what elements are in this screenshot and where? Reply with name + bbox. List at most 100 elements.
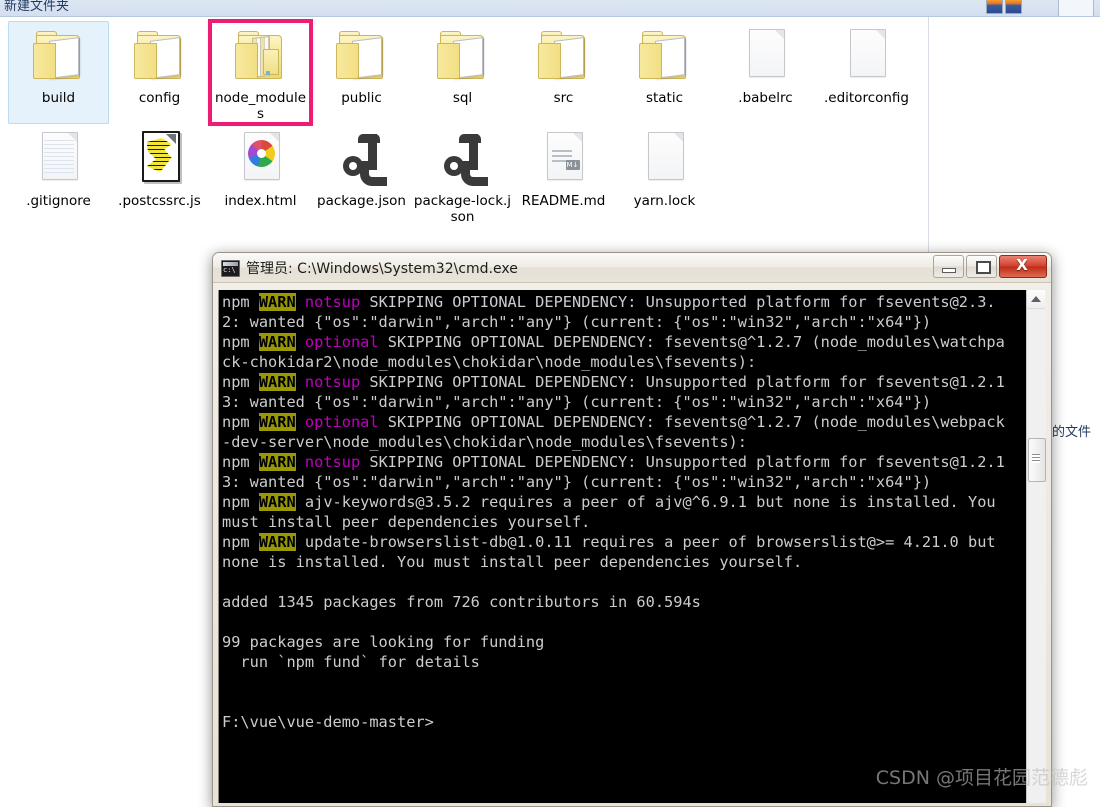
file-item-gitignore[interactable]: .gitignore — [8, 124, 109, 227]
blank-file-icon — [639, 128, 691, 190]
file-item-label: node_modules — [214, 90, 307, 122]
maximize-button[interactable] — [966, 255, 997, 278]
console-output-area[interactable]: npm WARN notsup SKIPPING OPTIONAL DEPEND… — [218, 290, 1046, 803]
file-item-label: .editorconfig — [823, 90, 910, 106]
console-text-segment: npm — [222, 413, 259, 431]
console-text-segment: update-browserslist-db@1.0.11 requires a… — [222, 533, 1005, 571]
console-line: npm WARN notsup SKIPPING OPTIONAL DEPEND… — [222, 372, 1012, 412]
console-text-segment: ajv-keywords@3.5.2 requires a peer of aj… — [222, 493, 1005, 531]
console-text-segment: added 1345 packages from 726 contributor… — [222, 593, 701, 611]
console-line: npm WARN update-browserslist-db@1.0.11 r… — [222, 532, 1012, 572]
cmd-console-icon — [221, 259, 240, 277]
file-item-src[interactable]: src — [513, 21, 614, 124]
file-item-index-html[interactable]: index.html — [210, 124, 311, 227]
file-item-label: README.md — [521, 193, 606, 209]
explorer-title: 新建文件夹 — [4, 0, 70, 14]
console-line: npm WARN notsup SKIPPING OPTIONAL DEPEND… — [222, 292, 1012, 332]
scrollbar-thumb[interactable] — [1028, 438, 1046, 482]
console-warn-tag: WARN — [258, 413, 296, 431]
details-view-icon[interactable] — [1005, 0, 1022, 14]
minimize-icon — [942, 268, 956, 273]
file-item-yarn-lock[interactable]: yarn.lock — [614, 124, 715, 227]
console-text-segment: npm — [222, 333, 259, 351]
file-item-postcssrc-js[interactable]: .postcssrc.js — [109, 124, 210, 227]
file-item-label: package-lock.json — [413, 193, 512, 225]
script-file-icon — [134, 128, 186, 190]
file-item-label: .postcssrc.js — [118, 193, 201, 209]
file-item-readme-md[interactable]: M↓ README.md — [513, 124, 614, 227]
file-item-babelrc[interactable]: .babelrc — [715, 21, 816, 124]
minimize-button[interactable] — [933, 255, 964, 278]
file-icon-grid: build config node_modules public sql src stati… — [8, 19, 928, 227]
folder-icon — [537, 25, 590, 87]
file-item-public[interactable]: public — [311, 21, 412, 124]
console-text-segment: 99 packages are looking for funding — [222, 633, 545, 651]
folder-icon — [436, 25, 489, 87]
close-icon: X — [1016, 256, 1028, 274]
console-text-segment: npm — [222, 293, 259, 311]
file-item-static[interactable]: static — [614, 21, 715, 124]
file-item-label: src — [553, 90, 574, 106]
console-warn-tag: WARN — [258, 333, 296, 351]
folder-icon — [638, 25, 691, 87]
console-line: npm WARN notsup SKIPPING OPTIONAL DEPEND… — [222, 452, 1012, 492]
cmd-titlebar[interactable]: 管理员: C:\Windows\System32\cmd.exe X — [213, 253, 1051, 283]
icon-grid-row: .gitignore .postcssrc.js index.html package… — [8, 124, 928, 227]
file-item-label: static — [645, 90, 684, 106]
scroll-up-arrow-icon[interactable] — [1027, 290, 1045, 309]
console-text: npm WARN notsup SKIPPING OPTIONAL DEPEND… — [222, 292, 1012, 732]
close-button[interactable]: X — [999, 255, 1047, 278]
file-item-config[interactable]: config — [109, 21, 210, 124]
thumbnail-view-icon[interactable] — [986, 0, 1003, 14]
maximize-icon — [976, 261, 991, 274]
console-text-segment: npm — [222, 533, 259, 551]
folder-icon — [32, 25, 85, 87]
file-item-label: config — [138, 90, 181, 106]
console-line: F:\vue\vue-demo-master> — [222, 712, 1012, 732]
console-text-segment — [296, 373, 305, 391]
file-item-package-json[interactable]: package.json — [311, 124, 412, 227]
cmd-window-title: 管理员: C:\Windows\System32\cmd.exe — [246, 261, 518, 277]
cmd-window-controls[interactable]: X — [933, 255, 1047, 278]
explorer-help-button[interactable] — [1058, 0, 1094, 16]
console-text-segment: run `npm fund` for details — [222, 653, 480, 671]
explorer-toolbar-icons[interactable] — [986, 0, 1022, 14]
command-prompt-window[interactable]: 管理员: C:\Windows\System32\cmd.exe X npm W… — [212, 252, 1052, 807]
console-warn-tag: WARN — [258, 293, 296, 311]
file-item-node-modules[interactable]: node_modules — [208, 19, 313, 126]
file-item-label: index.html — [224, 193, 297, 209]
file-item-editorconfig[interactable]: .editorconfig — [816, 21, 917, 124]
icon-grid-row: build config node_modules public sql src stati… — [8, 19, 928, 126]
console-text-segment: npm — [222, 453, 259, 471]
file-item-label: yarn.lock — [633, 193, 696, 209]
explorer-titlebar: 新建文件夹 — [0, 0, 1100, 17]
console-scrollbar[interactable] — [1026, 290, 1046, 803]
console-text-segment: F:\vue\vue-demo-master> — [222, 713, 434, 731]
file-item-label: sql — [452, 90, 473, 106]
console-warn-tag: WARN — [258, 533, 296, 551]
console-reason-tag: optional — [304, 413, 379, 431]
console-text-segment — [296, 413, 305, 431]
markdown-file-icon: M↓ — [538, 128, 590, 190]
console-line: npm WARN optional SKIPPING OPTIONAL DEPE… — [222, 412, 1012, 452]
console-line: 99 packages are looking for funding — [222, 632, 1012, 652]
file-item-package-lock-json[interactable]: package-lock.json — [412, 124, 513, 227]
console-reason-tag: notsup — [304, 453, 361, 471]
folder-icon — [133, 25, 186, 87]
folder-icon — [335, 25, 388, 87]
console-text-segment — [296, 333, 305, 351]
file-item-label: .gitignore — [26, 193, 91, 209]
folder-full-icon — [234, 25, 287, 87]
file-item-sql[interactable]: sql — [412, 21, 513, 124]
blank-file-icon — [740, 25, 792, 87]
console-text-segment — [296, 293, 305, 311]
file-item-label: build — [41, 90, 76, 106]
file-item-label: public — [341, 90, 382, 106]
file-item-build[interactable]: build — [8, 21, 109, 124]
json-file-icon — [437, 128, 489, 190]
console-reason-tag: notsup — [304, 293, 361, 311]
